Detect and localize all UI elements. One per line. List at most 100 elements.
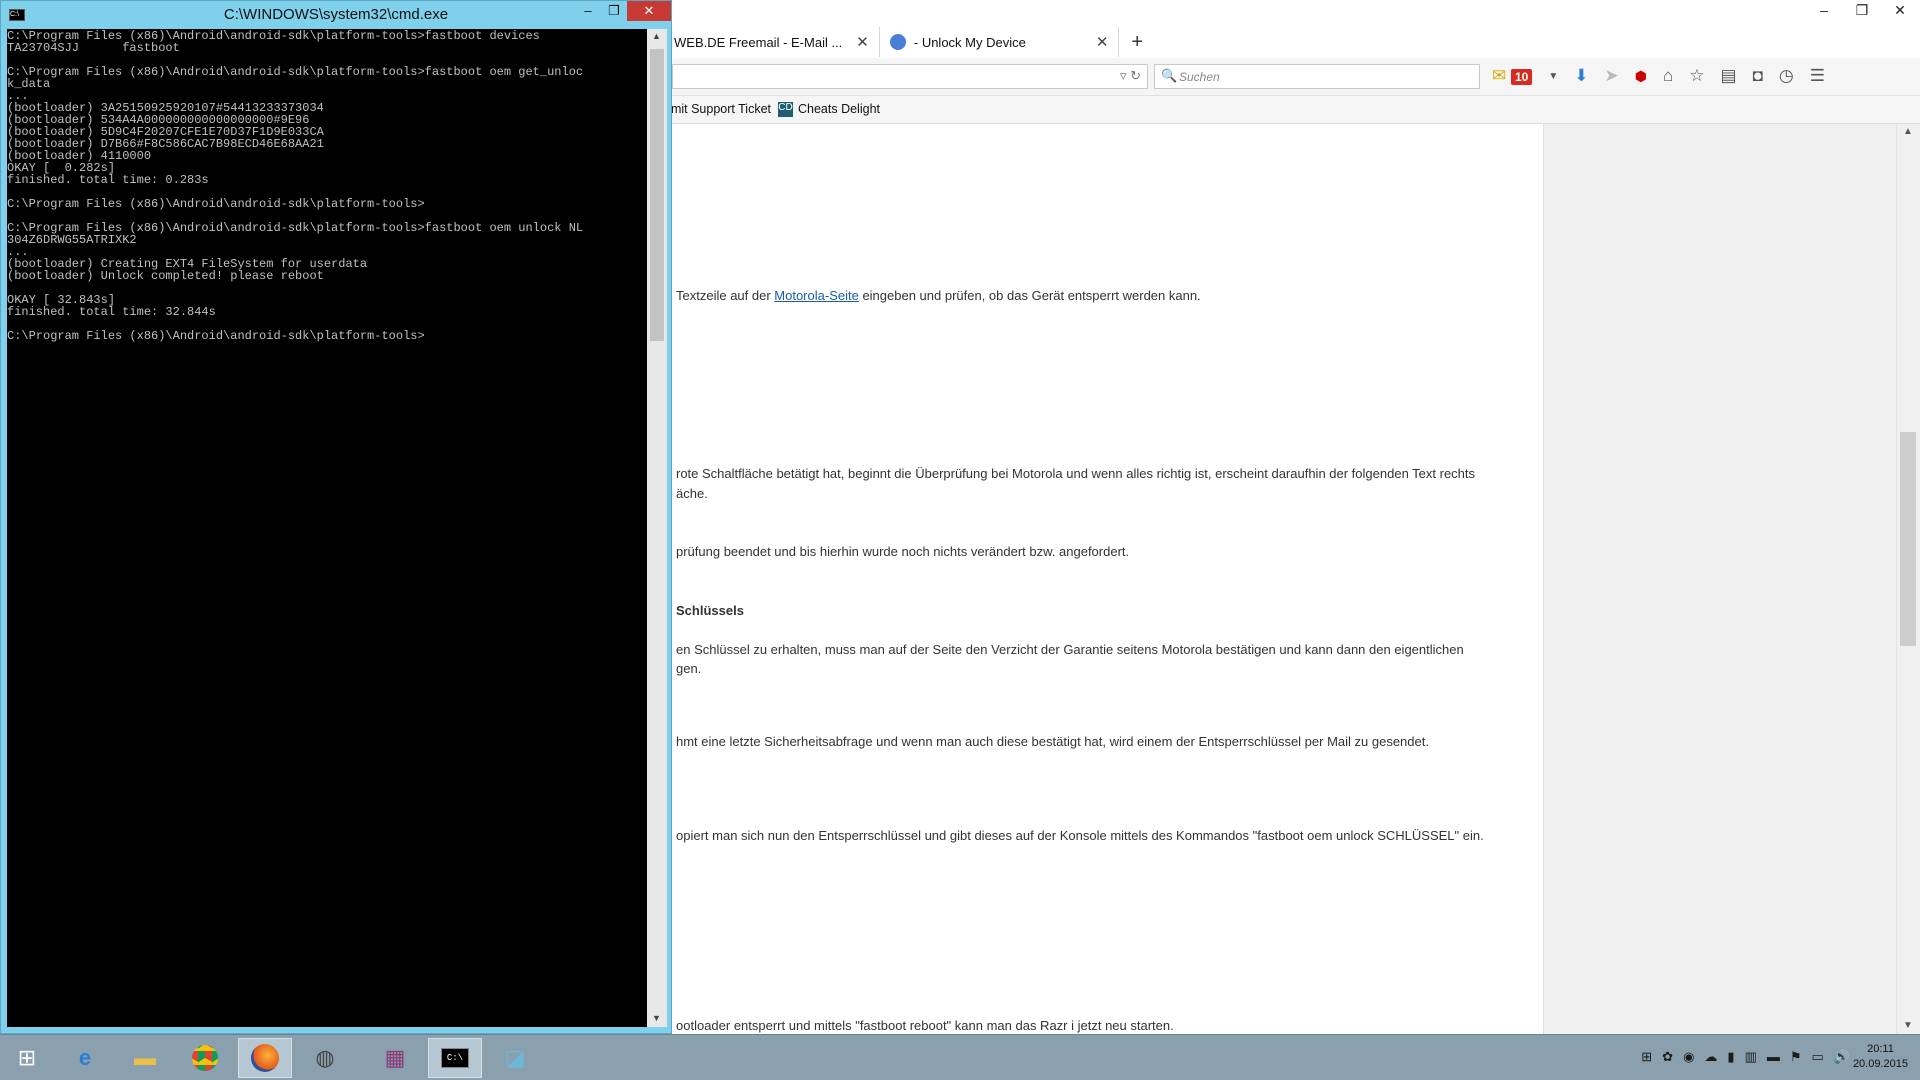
paragraph-line: gen. [676, 661, 702, 676]
scroll-up-icon[interactable]: ▲ [652, 31, 661, 41]
toolbar-icons: ✉ 10 ▼ ⬇ ➤ ⬢ ⌂ ☆ ▤ ◘ ◷ ☰ [1492, 66, 1825, 86]
paragraph-motorola: Textzeile auf der Motorola-Seite eingebe… [676, 288, 1201, 303]
clock[interactable]: 20:11 20.09.2015 [1853, 1042, 1908, 1072]
mail-count-badge: 10 [1510, 69, 1533, 85]
taskbar-winrar[interactable]: ▦ [368, 1038, 422, 1078]
restore-icon[interactable]: ❐ [601, 1, 627, 21]
scrollbar-thumb[interactable] [1900, 432, 1916, 646]
scroll-up-icon[interactable]: ▲ [1903, 126, 1913, 137]
motorola-icon [889, 34, 906, 50]
close-tab-icon[interactable]: ✕ [856, 33, 869, 51]
tray-icon[interactable]: ⊞ [1641, 1049, 1652, 1065]
reading-list-icon[interactable]: ▤ [1721, 66, 1737, 86]
chevron-down-icon[interactable]: ▼ [1548, 71, 1558, 82]
cmd-window: C:\ C:\WINDOWS\system32\cmd.exe – ❐ ✕ C:… [0, 0, 672, 1034]
bookmark-label: Cheats Delight [798, 102, 880, 116]
desktop: – ❐ ✕ WEB.DE Freemail - E-Mail ... ✕ - U… [0, 0, 1920, 1080]
console-scrollbar[interactable]: ▲ ▼ [647, 29, 667, 1027]
paragraph-line: opiert man sich nun den Entsperrschlüsse… [676, 828, 1484, 843]
history-icon[interactable]: ◷ [1779, 66, 1794, 86]
cheats-delight-icon: CD [778, 102, 793, 118]
battery-icon[interactable]: ▭ [1812, 1049, 1824, 1065]
pocket-icon[interactable]: ◘ [1753, 66, 1763, 86]
paragraph-line: en Schlüssel zu erhalten, muss man auf d… [676, 642, 1464, 657]
app-icon: ◍ [315, 1045, 335, 1070]
tab-strip: WEB.DE Freemail - E-Mail ... ✕ - Unlock … [664, 26, 1143, 58]
flag-icon[interactable]: ⚑ [1790, 1049, 1802, 1065]
scroll-down-icon[interactable]: ▼ [1903, 1020, 1913, 1031]
bookmark-star-icon[interactable]: ☆ [1689, 66, 1704, 86]
url-bar[interactable]: ▿ ↻ [672, 64, 1148, 89]
internet-explorer-icon: e [78, 1045, 92, 1070]
paragraph-line: prüfung beendet und bis hierhin wurde no… [676, 544, 1130, 559]
search-placeholder: Suchen [1179, 70, 1220, 84]
tray-icon[interactable]: ◉ [1683, 1049, 1694, 1065]
envelope-icon: ✉ [1492, 66, 1507, 85]
search-icon: 🔍 [1161, 68, 1178, 83]
download-icon[interactable]: ⬇ [1574, 66, 1588, 86]
page-scrollbar[interactable]: ▲ ▼ [1896, 124, 1920, 1034]
taskbar-cmd[interactable]: C:\ [428, 1038, 482, 1078]
console-text: C:\Program Files (x86)\Android\android-s… [7, 29, 584, 343]
send-icon[interactable]: ➤ [1605, 66, 1619, 86]
console-output[interactable]: C:\Program Files (x86)\Android\android-s… [7, 29, 647, 1027]
text: eingeben und prüfen, ob das Gerät entspe… [858, 288, 1201, 303]
tab-unlock-my-device[interactable]: - Unlock My Device ✕ [880, 27, 1120, 57]
tray-icon[interactable]: ▬ [1767, 1049, 1780, 1065]
scrollbar-thumb[interactable] [650, 49, 664, 341]
menu-icon[interactable]: ☰ [1810, 66, 1825, 86]
article-page [664, 124, 1544, 1034]
taskbar-chrome[interactable] [178, 1038, 232, 1078]
tab-label: - Unlock My Device [913, 34, 1026, 50]
taskbar: ⊞ e ▬ ◍ ▦ C:\ ◪ ⊞ ✿ ◉ ☁ ▮ ▥ ▬ ⚑ ▭ 🔊 20:1… [0, 1034, 1920, 1080]
volume-icon[interactable]: 🔊 [1834, 1049, 1850, 1065]
clock-time: 20:11 [1867, 1043, 1894, 1055]
paragraph-line: äche. [676, 486, 708, 501]
tab-label: WEB.DE Freemail - E-Mail ... [674, 34, 843, 50]
close-icon[interactable]: ✕ [627, 1, 671, 21]
maximize-icon[interactable]: ❐ [1852, 2, 1872, 19]
scroll-down-icon[interactable]: ▼ [652, 1013, 661, 1023]
clock-date: 20.09.2015 [1852, 1058, 1908, 1070]
folder-icon: ▬ [134, 1045, 156, 1070]
bookmark-label: omit Support Ticket [664, 102, 771, 116]
taskbar-firefox[interactable] [238, 1038, 292, 1078]
system-tray: ⊞ ✿ ◉ ☁ ▮ ▥ ▬ ⚑ ▭ 🔊 [1641, 1049, 1850, 1065]
motorola-link[interactable]: Motorola-Seite [774, 288, 859, 303]
tray-icon[interactable]: ✿ [1662, 1049, 1673, 1065]
network-icon[interactable]: ▥ [1745, 1049, 1757, 1065]
text: Textzeile auf der [676, 288, 775, 303]
cmd-titlebar[interactable]: C:\ C:\WINDOWS\system32\cmd.exe – ❐ ✕ [1, 1, 671, 29]
home-icon[interactable]: ⌂ [1663, 66, 1673, 86]
tab-webde[interactable]: WEB.DE Freemail - E-Mail ... ✕ [664, 27, 880, 57]
paragraph-line: hmt eine letzte Sicherheitsabfrage und w… [676, 734, 1429, 749]
taskbar-explorer[interactable]: ▬ [118, 1038, 172, 1078]
chrome-icon [192, 1045, 218, 1071]
mail-notifier-button[interactable]: ✉ 10 [1492, 66, 1533, 86]
notepad-icon: ◪ [504, 1045, 526, 1070]
minimize-icon[interactable]: – [575, 1, 601, 21]
tray-icon[interactable]: ▮ [1727, 1049, 1734, 1065]
search-input[interactable]: 🔍 Suchen [1154, 64, 1480, 89]
close-icon[interactable]: ✕ [1890, 2, 1910, 19]
paragraph-line: ootloader entsperrt und mittels "fastboo… [676, 1018, 1174, 1033]
section-heading: Schlüssels [676, 603, 744, 618]
firefox-icon [251, 1044, 279, 1072]
taskbar-notepad[interactable]: ◪ [488, 1038, 542, 1078]
windows-logo-icon: ⊞ [17, 1045, 37, 1070]
reload-icon[interactable]: ▿ ↻ [1120, 68, 1141, 84]
taskbar-app[interactable]: ◍ [298, 1038, 352, 1078]
taskbar-ie[interactable]: e [58, 1038, 112, 1078]
paragraph-line: rote Schaltfläche betätigt hat, beginnt … [676, 466, 1476, 481]
bookmark-support-ticket[interactable]: omit Support Ticket [664, 102, 771, 116]
winrar-icon: ▦ [384, 1045, 406, 1070]
start-button[interactable]: ⊞ [0, 1038, 54, 1078]
minimize-icon[interactable]: – [1814, 2, 1834, 19]
bookmark-cheats-delight[interactable]: CD Cheats Delight [778, 102, 880, 118]
close-tab-icon[interactable]: ✕ [1096, 33, 1109, 51]
cloud-icon[interactable]: ☁ [1704, 1049, 1717, 1065]
new-tab-icon[interactable]: + [1131, 31, 1143, 54]
adblock-icon[interactable]: ⬢ [1635, 68, 1647, 85]
firefox-window-controls: – ❐ ✕ [1814, 2, 1910, 19]
cmd-window-controls: – ❐ ✕ [575, 1, 671, 21]
